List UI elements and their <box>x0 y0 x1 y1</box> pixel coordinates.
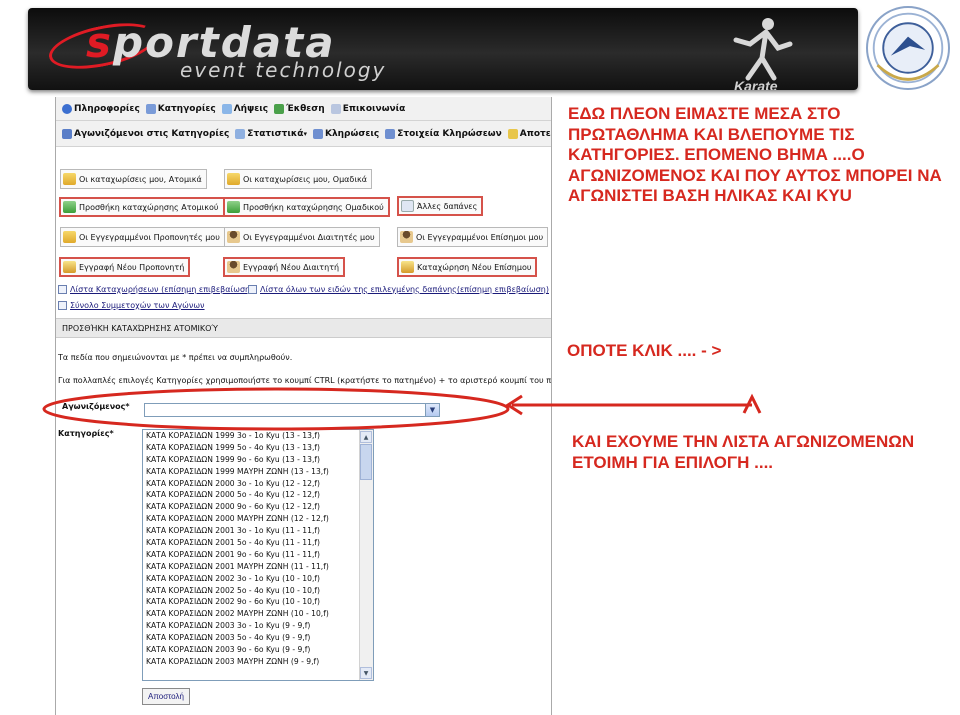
draws-icon <box>312 128 323 139</box>
my-team-entries-button[interactable]: Οι καταχωρίσεις μου, Ομαδικά <box>224 169 373 189</box>
categories-listbox[interactable]: ΚΑΤΑ ΚΟΡΑΣΙΔΩΝ 1999 3ο - 1ο Kyu (13 - 13… <box>142 429 374 681</box>
info-icon <box>62 103 72 114</box>
secondary-menu: Αγωνιζόμενοι στις Κατηγορίες Στατιστικά ▾… <box>56 121 551 147</box>
category-option[interactable]: ΚΑΤΑ ΚΟΡΑΣΙΔΩΝ 1999 ΜΑΥΡΗ ΖΩΝΗ (13 - 13,… <box>143 466 373 478</box>
menu-contact[interactable]: Επικοινωνία <box>330 103 405 114</box>
category-option[interactable]: ΚΑΤΑ ΚΟΡΑΣΙΔΩΝ 2002 9ο - 6ο Kyu (10 - 10… <box>143 596 373 608</box>
statistics-icon <box>235 128 246 139</box>
athlete-label: Αγωνιζόμενος* <box>62 402 130 411</box>
person-icon <box>227 261 240 273</box>
header-banner: sportdata event technology Karate <box>0 0 960 95</box>
folder-icon <box>227 173 240 185</box>
list-icon <box>58 301 67 310</box>
main-menu: Πληροφορίες Κατηγορίες Λήψεις Έκθεση Επι… <box>56 97 551 121</box>
category-option[interactable]: ΚΑΤΑ ΚΟΡΑΣΙΔΩΝ 2002 ΜΑΥΡΗ ΖΩΝΗ (10 - 10,… <box>143 608 373 620</box>
category-option[interactable]: ΚΑΤΑ ΚΟΡΑΣΙΔΩΝ 2001 ΜΑΥΡΗ ΖΩΝΗ (11 - 11,… <box>143 561 373 573</box>
draw-details-icon <box>385 128 396 139</box>
categories-options: ΚΑΤΑ ΚΟΡΑΣΙΔΩΝ 1999 3ο - 1ο Kyu (13 - 13… <box>143 430 373 668</box>
total-participants-link[interactable]: Σύνολο Συμμετοχών των Αγώνων <box>58 301 205 310</box>
add-icon <box>63 201 76 213</box>
registered-referees-button[interactable]: Οι Εγγεγραμμένοι Διαιτητές μου <box>224 227 380 247</box>
karate-label: Karate <box>734 78 778 90</box>
menu-downloads[interactable]: Λήψεις <box>221 103 268 114</box>
registered-officials-button[interactable]: Οι Εγγεγραμμένοι Επίσημοι μου <box>397 227 549 247</box>
registered-coaches-button[interactable]: Οι Εγγεγραμμένοι Προπονητές μου <box>60 227 225 247</box>
menu-categories[interactable]: Κατηγορίες <box>145 103 216 114</box>
report-icon <box>274 103 285 114</box>
caret-up-icon <box>742 393 762 414</box>
results-icon <box>507 128 518 139</box>
folder-icon <box>63 173 76 185</box>
menu-draw-details[interactable]: Στοιχεία Κληρώσεων <box>385 128 502 139</box>
menu-results[interactable]: Αποτελέσματα <box>507 128 551 139</box>
category-option[interactable]: ΚΑΤΑ ΚΟΡΑΣΙΔΩΝ 2001 9ο - 6ο Kyu (11 - 11… <box>143 549 373 561</box>
menu-draws[interactable]: Κληρώσεις <box>312 128 379 139</box>
registrations-list-link[interactable]: Λίστα Καταχωρήσεων (επίσημη επιβεβαίωση) <box>58 285 253 294</box>
athlete-select[interactable]: ▼ <box>144 403 440 417</box>
scroll-up-icon[interactable]: ▲ <box>360 431 372 443</box>
category-option[interactable]: ΚΑΤΑ ΚΟΡΑΣΙΔΩΝ 1999 3ο - 1ο Kyu (13 - 13… <box>143 430 373 442</box>
category-option[interactable]: ΚΑΤΑ ΚΟΡΑΣΙΔΩΝ 2000 5ο - 4ο Kyu (12 - 12… <box>143 489 373 501</box>
other-expenses-button[interactable]: Άλλες δαπάνες <box>397 196 484 216</box>
category-option[interactable]: ΚΑΤΑ ΚΟΡΑΣΙΔΩΝ 2003 9ο - 6ο Kyu (9 - 9,f… <box>143 644 373 656</box>
dropdown-arrow-icon: ▾ <box>303 129 307 138</box>
menu-statistics[interactable]: Στατιστικά ▾ <box>235 128 307 139</box>
required-fields-note: Τα πεδία που σημειώνονται με * πρέπει να… <box>58 353 293 362</box>
category-option[interactable]: ΚΑΤΑ ΚΟΡΑΣΙΔΩΝ 2002 5ο - 4ο Kyu (10 - 10… <box>143 585 373 597</box>
annotation-list-ready-text: ΚΑΙ ΕΧΟΥΜΕ ΤΗΝ ΛΙΣΤΑ ΑΓΩΝΙΖΟΜΕΝΩΝ ΕΤΟΙΜΗ… <box>572 432 915 472</box>
category-option[interactable]: ΚΑΤΑ ΚΟΡΑΣΙΔΩΝ 2000 3ο - 1ο Kyu (12 - 12… <box>143 478 373 490</box>
new-referee-button[interactable]: Εγγραφή Νέου Διαιτητή <box>223 257 346 277</box>
category-option[interactable]: ΚΑΤΑ ΚΟΡΑΣΙΔΩΝ 2003 ΜΑΥΡΗ ΖΩΝΗ (9 - 9,f) <box>143 656 373 668</box>
expenses-icon <box>401 200 414 212</box>
person-icon <box>400 231 413 243</box>
download-icon <box>221 103 232 114</box>
category-option[interactable]: ΚΑΤΑ ΚΟΡΑΣΙΔΩΝ 2003 5ο - 4ο Kyu (9 - 9,f… <box>143 632 373 644</box>
athlete-select-value <box>145 412 148 421</box>
add-individual-entry-button[interactable]: Προσθήκη καταχώρησης Ατομικού <box>59 197 225 217</box>
categories-icon <box>145 103 156 114</box>
my-individual-entries-button[interactable]: Οι καταχωρίσεις μου, Ατομικά <box>60 169 207 189</box>
category-option[interactable]: ΚΑΤΑ ΚΟΡΑΣΙΔΩΝ 2000 ΜΑΥΡΗ ΖΩΝΗ (12 - 12,… <box>143 513 373 525</box>
list-icon <box>58 285 67 294</box>
logo-tagline: event technology <box>180 58 387 82</box>
athletes-icon <box>62 128 72 139</box>
registration-page-screenshot: Πληροφορίες Κατηγορίες Λήψεις Έκθεση Επι… <box>55 97 552 715</box>
scrollbar-thumb[interactable] <box>360 444 372 480</box>
menu-athletes-in-categories[interactable]: Αγωνιζόμενοι στις Κατηγορίες <box>62 128 229 139</box>
chevron-down-icon[interactable]: ▼ <box>425 404 439 416</box>
scroll-down-icon[interactable]: ▼ <box>360 667 372 679</box>
category-option[interactable]: ΚΑΤΑ ΚΟΡΑΣΙΔΩΝ 1999 5ο - 4ο Kyu (13 - 13… <box>143 442 373 454</box>
add-team-entry-button[interactable]: Προσθήκη καταχώρησης Ομαδικού <box>223 197 390 217</box>
add-individual-section-title: ΠΡΟΣΘΉΚΗ ΚΑΤΑΧΏΡΗΣΗΣ ΑΤΟΜΙΚΟΎ <box>56 318 551 338</box>
all-expenses-list-link[interactable]: Λίστα όλων των ειδών της επιλεγμένης δαπ… <box>248 285 549 294</box>
categories-label: Κατηγορίες* <box>58 429 114 438</box>
category-option[interactable]: ΚΑΤΑ ΚΟΡΑΣΙΔΩΝ 2002 3ο - 1ο Kyu (10 - 10… <box>143 573 373 585</box>
menu-info[interactable]: Πληροφορίες <box>62 103 140 114</box>
category-option[interactable]: ΚΑΤΑ ΚΟΡΑΣΙΔΩΝ 1999 9ο - 6ο Kyu (13 - 13… <box>143 454 373 466</box>
menu-report[interactable]: Έκθεση <box>274 103 325 114</box>
annotation-click-text: ΟΠΟΤΕ ΚΛΙΚ .... - > <box>567 341 722 360</box>
submit-button[interactable]: Αποστολή <box>142 688 190 705</box>
category-option[interactable]: ΚΑΤΑ ΚΟΡΑΣΙΔΩΝ 2001 3ο - 1ο Kyu (11 - 11… <box>143 525 373 537</box>
federation-emblem-icon <box>866 6 950 90</box>
annotation-step-text: ΕΔΩ ΠΛΕΟΝ ΕΙΜΑΣΤΕ ΜΕΣΑ ΣΤΟ ΠΡΩΤΑΘΛΗΜΑ ΚΑ… <box>568 104 942 205</box>
category-option[interactable]: ΚΑΤΑ ΚΟΡΑΣΙΔΩΝ 2001 5ο - 4ο Kyu (11 - 11… <box>143 537 373 549</box>
mail-icon <box>330 103 341 114</box>
list-icon <box>248 285 257 294</box>
karate-figure-icon <box>733 18 793 81</box>
edit-icon <box>401 261 414 273</box>
folder-icon <box>63 231 76 243</box>
sportdata-logo-strip: sportdata event technology Karate <box>28 8 858 90</box>
new-coach-button[interactable]: Εγγραφή Νέου Προπονητή <box>59 257 191 277</box>
person-icon <box>227 231 240 243</box>
new-official-button[interactable]: Καταχώρηση Νέου Επίσημου <box>397 257 538 277</box>
edit-icon <box>63 261 76 273</box>
category-option[interactable]: ΚΑΤΑ ΚΟΡΑΣΙΔΩΝ 2003 3ο - 1ο Kyu (9 - 9,f… <box>143 620 373 632</box>
add-icon <box>227 201 240 213</box>
ctrl-multiselect-note: Για πολλαπλές επιλογές Κατηγορίες χρησιμ… <box>58 376 552 385</box>
category-option[interactable]: ΚΑΤΑ ΚΟΡΑΣΙΔΩΝ 2000 9ο - 6ο Kyu (12 - 12… <box>143 501 373 513</box>
listbox-scrollbar[interactable]: ▲ ▼ <box>359 430 373 680</box>
